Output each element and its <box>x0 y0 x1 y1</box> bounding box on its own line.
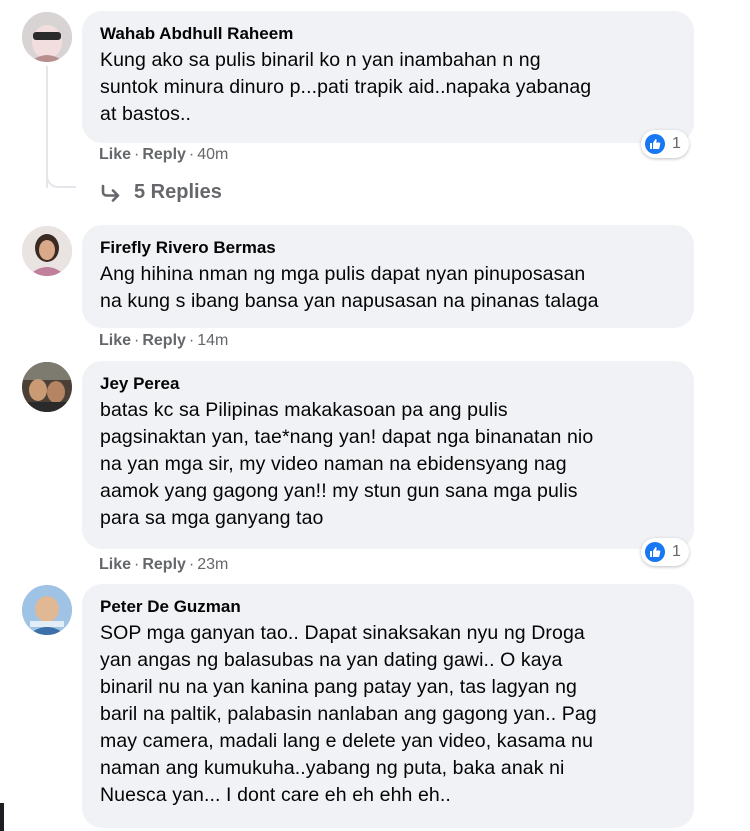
avatar[interactable] <box>22 226 72 276</box>
comment-bubble: Wahab Abdhull Raheem Kung ako sa pulis b… <box>82 11 694 143</box>
author-name[interactable]: Jey Perea <box>100 373 676 395</box>
avatar[interactable] <box>22 585 72 635</box>
comment-bubble: Jey Perea batas kc sa Pilipinas makakaso… <box>82 361 694 549</box>
reaction-count: 1 <box>672 135 681 152</box>
reaction-count: 1 <box>672 543 681 560</box>
view-replies-button[interactable]: 5 Replies <box>100 181 222 204</box>
reply-link[interactable]: Reply <box>142 146 186 163</box>
timestamp[interactable]: 14m <box>197 332 228 349</box>
profile-photo-icon <box>22 12 72 62</box>
profile-photo-icon <box>22 226 72 276</box>
comment-text: batas kc sa Pilipinas makakasoan pa ang … <box>100 399 594 529</box>
like-link[interactable]: Like <box>99 332 131 349</box>
profile-photo-icon <box>22 362 72 412</box>
comment-actions: Like · Reply · 23m <box>99 556 229 573</box>
avatar[interactable] <box>22 12 72 62</box>
avatar[interactable] <box>22 362 72 412</box>
like-link[interactable]: Like <box>99 146 131 163</box>
replies-label: 5 Replies <box>134 181 222 203</box>
comment-bubble: Peter De Guzman SOP mga ganyan tao.. Dap… <box>82 584 694 828</box>
comment-actions: Like · Reply · 40m <box>99 146 229 163</box>
reaction-badge[interactable]: 1 <box>641 538 689 566</box>
profile-photo-icon <box>22 585 72 635</box>
timestamp[interactable]: 23m <box>197 556 228 573</box>
comment-bubble: Firefly Rivero Bermas Ang hihina nman ng… <box>82 225 694 328</box>
comment-actions: Like · Reply · 14m <box>99 332 229 349</box>
timestamp[interactable]: 40m <box>197 146 228 163</box>
reaction-badge[interactable]: 1 <box>641 130 689 158</box>
thread-connector <box>46 150 76 188</box>
comment-text: Ang hihina nman ng mga pulis dapat nyan … <box>100 263 599 312</box>
comment-text: Kung ako sa pulis binaril ko n yan inamb… <box>100 49 592 125</box>
thumbs-up-icon <box>645 134 665 154</box>
author-name[interactable]: Firefly Rivero Bermas <box>100 237 676 259</box>
like-link[interactable]: Like <box>99 556 131 573</box>
reply-link[interactable]: Reply <box>142 556 186 573</box>
reply-link[interactable]: Reply <box>142 332 186 349</box>
author-name[interactable]: Wahab Abdhull Raheem <box>100 23 676 45</box>
comment-text: SOP mga ganyan tao.. Dapat sinaksakan ny… <box>100 622 597 806</box>
edge-indicator <box>0 803 4 831</box>
reply-arrow-icon <box>100 184 122 202</box>
thumbs-up-icon <box>645 542 665 562</box>
author-name[interactable]: Peter De Guzman <box>100 596 676 618</box>
